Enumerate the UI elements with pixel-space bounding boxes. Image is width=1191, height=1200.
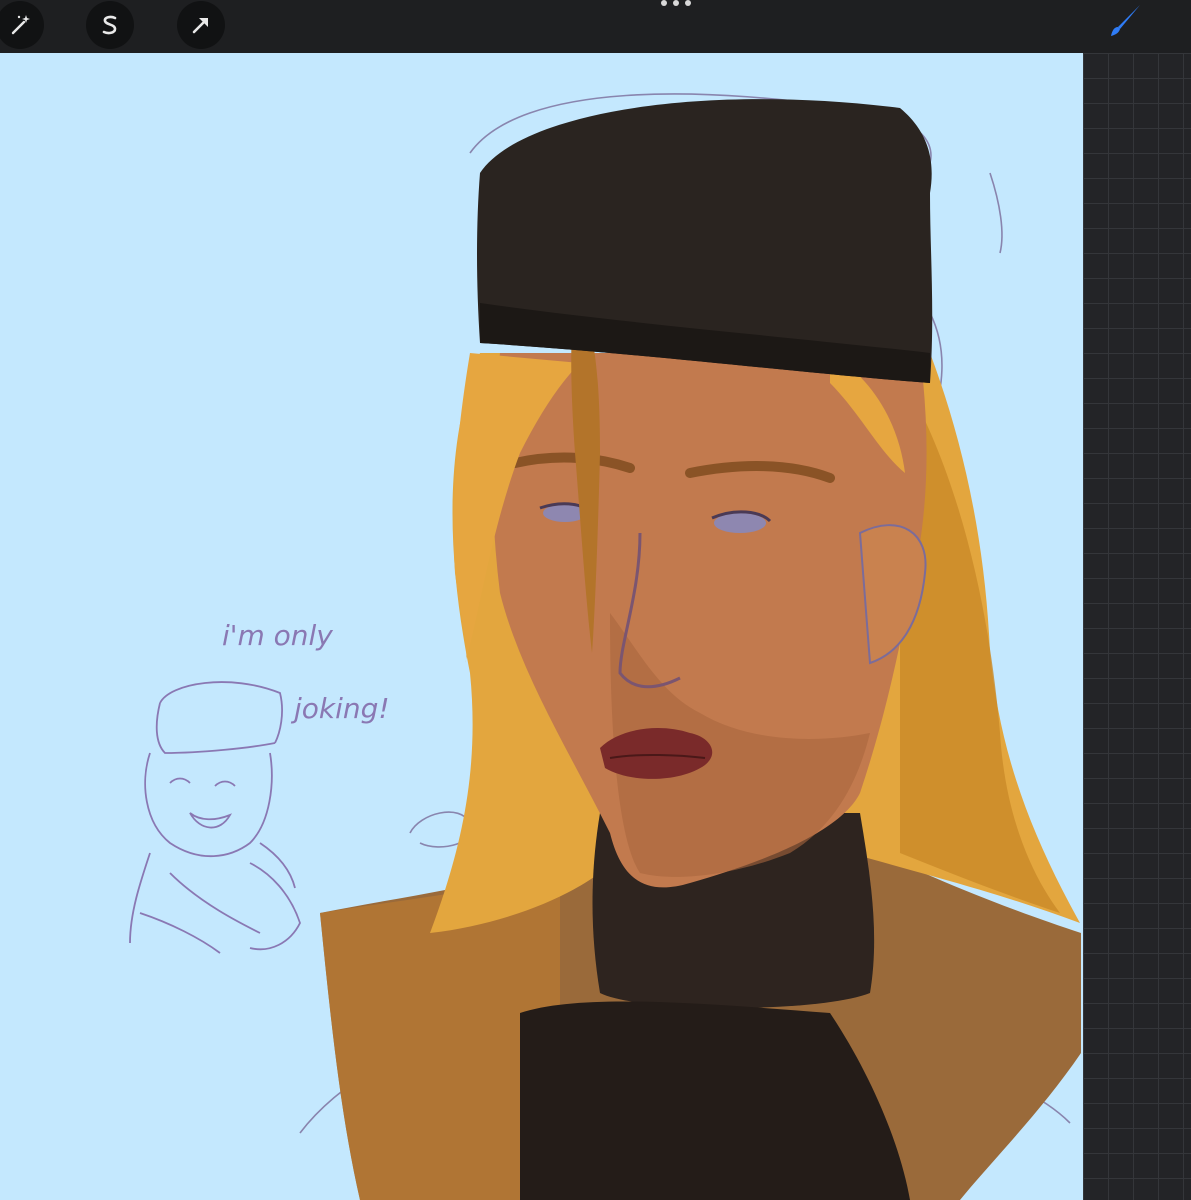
dot xyxy=(685,0,691,6)
adjustments-button[interactable] xyxy=(0,1,44,49)
more-options-handle[interactable] xyxy=(659,0,693,10)
dot xyxy=(661,0,667,6)
dot xyxy=(673,0,679,6)
side-panel-grid xyxy=(1083,53,1191,1200)
selection-s-icon xyxy=(102,15,117,35)
artwork: i'm only joking! xyxy=(0,53,1083,1200)
sketch-text-line1: i'm only xyxy=(222,619,333,652)
sketch-text-line2: joking! xyxy=(290,692,390,725)
transform-button[interactable] xyxy=(177,1,225,49)
drawing-canvas[interactable]: i'm only joking! xyxy=(0,53,1083,1200)
brush-icon xyxy=(1111,5,1140,36)
magic-wand-icon xyxy=(11,15,30,35)
brush-button[interactable] xyxy=(1094,0,1154,46)
arrow-cursor-icon xyxy=(192,18,208,34)
selection-button[interactable] xyxy=(86,1,134,49)
top-toolbar xyxy=(0,0,1191,53)
